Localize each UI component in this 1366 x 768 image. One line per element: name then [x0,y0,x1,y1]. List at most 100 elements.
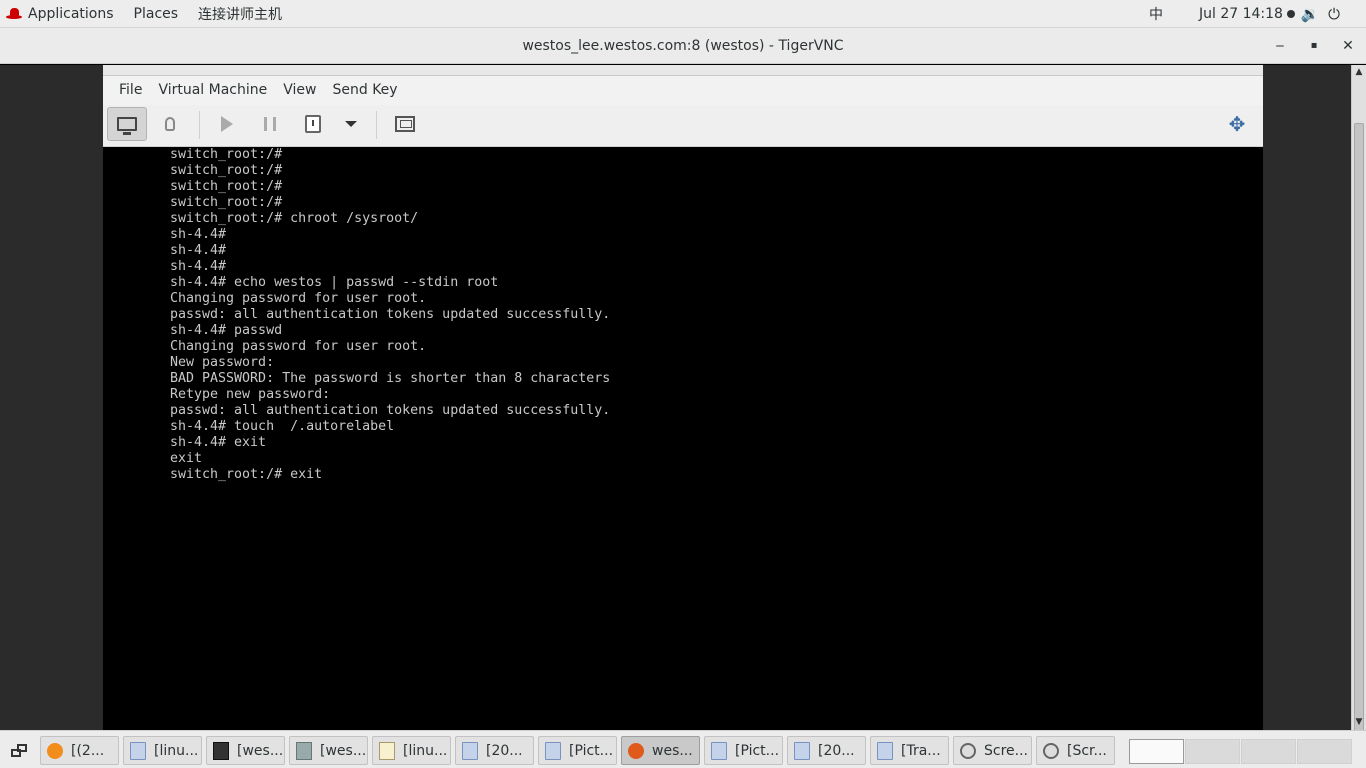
taskbar-item[interactable]: [Pict... [538,736,617,765]
taskbar-item[interactable]: Scre... [953,736,1032,765]
vm-console-screen[interactable]: switch_root:/# switch_root:/# switch_root:… [103,147,1263,730]
menu-file[interactable]: File [111,76,150,105]
taskbar-item-label: [linu... [154,742,199,759]
pause-button[interactable] [250,107,290,141]
play-icon [221,116,233,132]
document-icon [545,741,561,760]
scrollbar-thumb[interactable] [1354,123,1364,735]
taskbar-item[interactable]: [wes... [289,736,368,765]
terminal-icon [213,741,229,760]
snapshots-icon [395,116,415,132]
taskbar-item[interactable]: [(2... [40,736,119,765]
tigervnc-icon [628,742,644,759]
menu-virtual-machine[interactable]: Virtual Machine [150,76,275,105]
applications-label: Applications [28,5,114,22]
taskbar-item[interactable]: [20... [787,736,866,765]
text-editor-icon [379,741,395,760]
workspace-4[interactable] [1297,739,1352,764]
lightbulb-icon [165,117,175,131]
taskbar-item[interactable]: [20... [455,736,534,765]
run-button[interactable] [207,107,247,141]
redhat-logo-icon [6,7,22,20]
taskbar-item-label: [20... [486,742,523,759]
menu-view[interactable]: View [275,76,324,105]
scroll-down-icon[interactable]: ▼ [1352,715,1366,729]
document-icon [711,741,727,760]
fullscreen-icon: ✥ [1228,112,1246,136]
volume-icon[interactable]: 🔉 [1300,5,1320,23]
menu-send-key[interactable]: Send Key [324,76,405,105]
graphical-console-button[interactable] [107,107,147,141]
document-icon [794,741,810,760]
fullscreen-button[interactable]: ✥ [1217,107,1257,141]
taskbar-item-label: [Pict... [569,742,614,759]
taskbar-item[interactable]: [Pict... [704,736,783,765]
console-line: exit [170,451,203,466]
taskbar-item[interactable]: [Scr... [1036,736,1115,765]
console-line: passwd: all authentication tokens update… [170,403,611,418]
taskbar-item[interactable]: [wes... [206,736,285,765]
console-line: switch_root:/# [170,147,283,162]
pause-icon [264,117,276,131]
taskbar-item-label: [Tra... [901,742,941,759]
console-line: switch_root:/# chroot /sysroot/ [170,211,419,226]
scroll-up-icon[interactable]: ▲ [1352,65,1366,79]
console-output: switch_root:/# switch_root:/# switch_root:… [170,147,610,483]
shutdown-menu-button[interactable] [331,107,371,141]
taskbar-item-label: [linu... [403,742,448,759]
toolbar-separator [376,111,377,139]
console-line: Retype new password: [170,387,331,402]
workspace-3[interactable] [1241,739,1296,764]
taskbar-item-label: [Scr... [1067,742,1107,759]
power-icon[interactable]: ⏻ [1324,5,1344,23]
taskbar-item-label: [wes... [237,742,284,759]
clock[interactable]: Jul 27 14:18 [1189,0,1305,28]
console-line: Changing password for user root. [170,339,427,354]
console-line: sh-4.4# [170,227,227,242]
document-icon [462,741,478,760]
gnome-top-bar: Applications Places 连接讲师主机 中 Jul 27 14:1… [0,0,1366,28]
files-icon [296,741,312,760]
taskbar-item-label: wes... [652,742,693,759]
console-line: Changing password for user root. [170,291,427,306]
workspace-1[interactable] [1129,739,1184,764]
console-line: switch_root:/# [170,163,283,178]
console-line: sh-4.4# passwd [170,323,283,338]
taskbar-item-label: Scre... [984,742,1028,759]
console-line: New password: [170,355,275,370]
vm-console-window: File Virtual Machine View Send Key ✥ swi… [103,65,1263,730]
taskbar-item-label: [Pict... [735,742,780,759]
console-line: passwd: all authentication tokens update… [170,307,611,322]
console-line: sh-4.4# touch /.autorelabel [170,419,395,434]
active-app-menu[interactable]: 连接讲师主机 [188,0,292,28]
input-method-indicator[interactable]: 中 [1139,0,1173,28]
monitor-icon [117,117,137,135]
taskbar-item[interactable]: wes... [621,736,700,765]
console-line: BAD PASSWORD: The password is shorter th… [170,371,611,386]
taskbar-item-label: [wes... [320,742,367,759]
workspace-2[interactable] [1185,739,1240,764]
shutdown-button[interactable] [293,107,333,141]
console-line: switch_root:/# exit [170,467,323,482]
minimize-button[interactable]: ‒ [1263,28,1297,64]
vm-window-top-edge [103,65,1263,76]
close-button[interactable]: ✕ [1331,28,1365,64]
taskbar-item[interactable]: [Tra... [870,736,949,765]
taskbar-item[interactable]: [linu... [123,736,202,765]
screenshot-icon [960,742,976,759]
taskbar-item-label: [(2... [71,742,105,759]
bottom-taskbar: [(2... [linu... [wes... [wes... [linu... [20.… [0,730,1366,768]
vertical-scrollbar[interactable]: ▲ ▼ [1351,65,1366,735]
applications-menu[interactable]: Applications [0,0,124,28]
details-button[interactable] [150,107,190,141]
taskbar-item[interactable]: [linu... [372,736,451,765]
places-menu[interactable]: Places [124,0,189,28]
window-title: westos_lee.westos.com:8 (westos) - Tiger… [522,38,844,54]
maximize-button[interactable]: ▪ [1297,28,1331,64]
console-line: switch_root:/# [170,195,283,210]
console-line: switch_root:/# [170,179,283,194]
show-desktop-button[interactable] [5,737,33,765]
taskbar-item-label: [20... [818,742,855,759]
snapshots-button[interactable] [385,107,425,141]
firefox-icon [47,742,63,759]
